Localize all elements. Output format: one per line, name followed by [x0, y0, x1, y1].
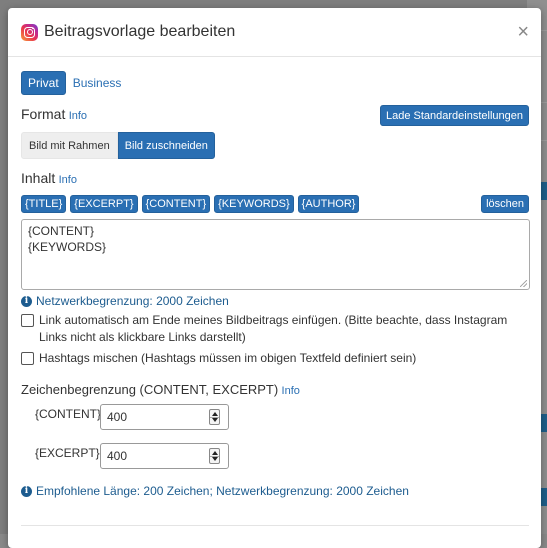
close-icon[interactable]: ×	[517, 22, 529, 42]
token-content-button[interactable]: {CONTENT}	[141, 195, 211, 213]
auto-link-label: Link automatisch am Ende meines Bildbeit…	[39, 313, 508, 344]
load-defaults-button[interactable]: Lade Standardeinstellungen	[379, 105, 529, 126]
clear-button[interactable]: löschen	[481, 195, 529, 213]
token-keywords-button[interactable]: {KEYWORDS}	[214, 195, 294, 213]
content-limit-input[interactable]: 400	[100, 404, 229, 430]
resize-handle[interactable]	[520, 280, 527, 287]
excerpt-limit-spinner[interactable]	[209, 448, 220, 464]
limits-title: Zeichenbegrenzung (CONTENT, EXCERPT)	[21, 382, 279, 397]
account-type-tabs: Privat Business	[21, 71, 529, 95]
shuffle-hashtags-option: Hashtags mischen (Hashtags müssen im obi…	[21, 350, 529, 367]
network-limit-note: i Netzwerkbegrenzung: 2000 Zeichen	[21, 293, 529, 309]
token-author-button[interactable]: {AUTHOR}	[297, 195, 360, 213]
dialog-header: Beitragsvorlage bearbeiten ×	[8, 8, 541, 57]
network-limit-text: Netzwerkbegrenzung: 2000 Zeichen	[36, 294, 229, 308]
excerpt-limit-value: 400	[107, 449, 128, 463]
info-icon: i	[21, 485, 32, 497]
tab-business[interactable]: Business	[66, 71, 129, 95]
info-icon: i	[21, 295, 32, 307]
auto-link-option: Link automatisch am Ende meines Bildbeit…	[21, 312, 529, 346]
excerpt-limit-row: {EXCERPT} 400	[21, 443, 529, 469]
tab-privat[interactable]: Privat	[21, 71, 66, 95]
excerpt-limit-label: {EXCERPT}	[35, 445, 100, 460]
format-options: Bild mit Rahmen Bild zuschneiden	[21, 132, 529, 159]
footer-divider	[21, 525, 529, 526]
dialog-body: Privat Business Format Info Lade Standar…	[8, 57, 541, 499]
background-tab	[541, 182, 547, 200]
excerpt-limit-input[interactable]: 400	[100, 443, 229, 469]
content-limit-label: {CONTENT}	[35, 406, 102, 421]
shuffle-hashtags-checkbox[interactable]	[21, 352, 34, 365]
option-crop-image[interactable]: Bild zuschneiden	[117, 132, 215, 159]
limits-info-link[interactable]: Info	[282, 385, 300, 397]
textarea-line: {CONTENT}	[28, 224, 95, 238]
shuffle-hashtags-label: Hashtags mischen (Hashtags müssen im obi…	[39, 351, 417, 365]
content-textarea[interactable]: {CONTENT} {KEYWORDS}	[21, 219, 530, 290]
content-title: Inhalt	[21, 170, 56, 186]
edit-template-dialog: Beitragsvorlage bearbeiten × Privat Busi…	[8, 8, 541, 548]
format-title: Format	[21, 106, 66, 122]
auto-link-checkbox[interactable]	[21, 314, 34, 327]
option-image-with-frame[interactable]: Bild mit Rahmen	[21, 132, 118, 159]
textarea-line: {KEYWORDS}	[28, 240, 107, 254]
content-limit-value: 400	[107, 410, 128, 424]
background-tab	[541, 414, 547, 432]
recommendation-note: i Empfohlene Länge: 200 Zeichen; Netzwer…	[21, 483, 529, 499]
format-info-link[interactable]: Info	[69, 110, 87, 122]
background-tab	[541, 488, 547, 506]
dialog-title: Beitragsvorlage bearbeiten	[44, 23, 236, 40]
token-title-button[interactable]: {TITLE}	[21, 195, 67, 213]
token-buttons: {TITLE} {EXCERPT} {CONTENT} {KEYWORDS} {…	[21, 195, 529, 213]
format-header: Format Info Lade Standardeinstellungen	[21, 105, 529, 126]
token-excerpt-button[interactable]: {EXCERPT}	[70, 195, 138, 213]
content-header: Inhalt Info	[21, 170, 529, 189]
limits-header: Zeichenbegrenzung (CONTENT, EXCERPT) Inf…	[21, 382, 529, 400]
recommendation-text: Empfohlene Länge: 200 Zeichen; Netzwerkb…	[36, 484, 409, 498]
content-info-link[interactable]: Info	[59, 174, 77, 186]
content-limit-row: {CONTENT} 400	[21, 404, 529, 430]
instagram-icon	[21, 23, 38, 41]
content-limit-spinner[interactable]	[209, 409, 220, 425]
